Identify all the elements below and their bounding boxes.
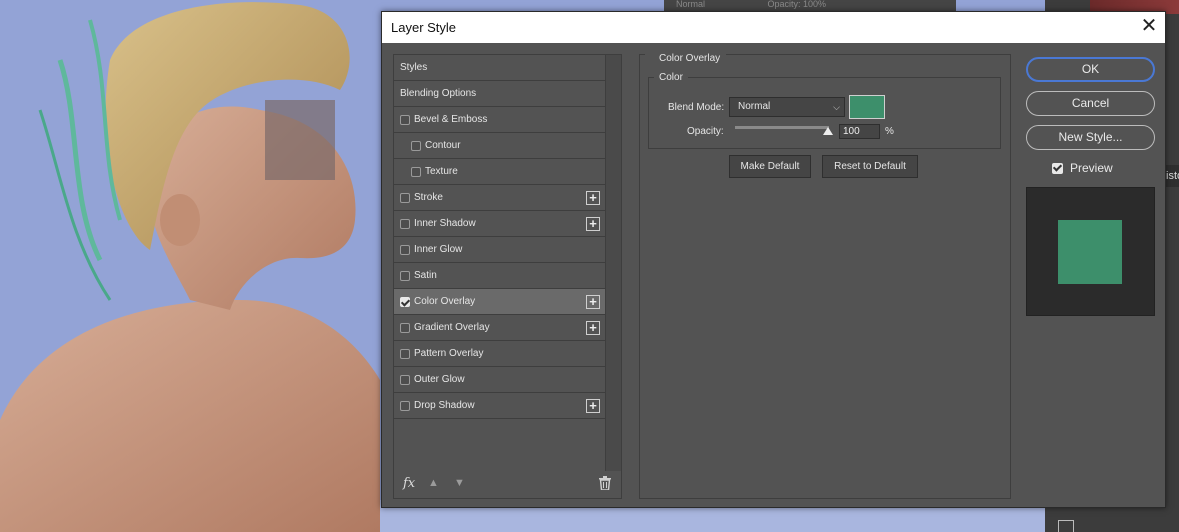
styles-panel: Styles Blending Options Bevel & Emboss Cont… [393, 54, 622, 499]
style-row-texture[interactable]: Texture [394, 159, 606, 185]
style-row-label: Texture [425, 166, 458, 177]
style-row-outer-glow[interactable]: Outer Glow [394, 367, 606, 393]
styles-list: Styles Blending Options Bevel & Emboss Cont… [394, 55, 606, 419]
style-checkbox[interactable] [411, 141, 421, 151]
style-checkbox[interactable] [400, 401, 410, 411]
style-checkbox[interactable] [400, 193, 410, 203]
style-checkbox[interactable] [400, 219, 410, 229]
add-icon[interactable]: + [586, 399, 600, 413]
add-icon[interactable]: + [586, 191, 600, 205]
style-checkbox[interactable] [400, 245, 410, 255]
add-icon[interactable]: + [586, 217, 600, 231]
style-row-label: Inner Glow [414, 244, 463, 255]
styles-scrollbar[interactable] [605, 55, 621, 471]
style-row-stroke[interactable]: Stroke + [394, 185, 606, 211]
style-row-label: Styles [400, 62, 428, 73]
style-row-blending-options[interactable]: Blending Options [394, 81, 606, 107]
chevron-down-icon: ⌵ [833, 102, 840, 112]
overlay-color-swatch[interactable] [849, 95, 885, 119]
blend-mode-label: Blend Mode: [668, 102, 725, 113]
reset-default-button[interactable]: Reset to Default [822, 155, 918, 178]
style-row-inner-glow[interactable]: Inner Glow [394, 237, 606, 263]
opacity-slider[interactable] [735, 126, 829, 129]
style-checkbox[interactable] [400, 323, 410, 333]
section-title: Color Overlay [645, 53, 727, 64]
opacity-unit: % [885, 126, 894, 137]
dialog-titlebar[interactable]: Layer Style ✕ [382, 12, 1165, 43]
style-row-label: Pattern Overlay [414, 348, 484, 359]
preview-box [1026, 187, 1155, 316]
style-row-styles[interactable]: Styles [394, 55, 606, 81]
blend-mode-select[interactable]: Normal ⌵ [729, 97, 845, 117]
style-row-drop-shadow[interactable]: Drop Shadow + [394, 393, 606, 419]
preview-label: Preview [1070, 161, 1113, 175]
style-row-contour[interactable]: Contour [394, 133, 606, 159]
color-group-title: Color [654, 72, 688, 83]
add-icon[interactable]: + [586, 321, 600, 335]
style-row-label: Satin [414, 270, 437, 281]
top-strip-opacity: Opacity: 100% [767, 0, 827, 9]
opacity-slider-handle[interactable] [823, 127, 833, 135]
preview-checkbox[interactable] [1052, 163, 1063, 174]
style-row-color-overlay[interactable]: Color Overlay + [394, 289, 606, 315]
style-row-satin[interactable]: Satin [394, 263, 606, 289]
new-style-button[interactable]: New Style... [1026, 125, 1155, 150]
ok-button[interactable]: OK [1026, 57, 1155, 82]
top-strip-blend: Normal [676, 0, 706, 9]
style-checkbox[interactable] [400, 297, 410, 307]
cancel-button[interactable]: Cancel [1026, 91, 1155, 116]
style-row-label: Color Overlay [414, 296, 476, 307]
blend-mode-value: Normal [738, 101, 771, 112]
arrow-up-icon[interactable]: ▲ [428, 477, 439, 489]
opacity-input[interactable]: 100 [839, 124, 880, 139]
fx-icon[interactable]: fx [403, 476, 415, 491]
dialog-title: Layer Style [391, 20, 457, 35]
styles-toolbar: fx ▲ ▼ [394, 470, 621, 498]
style-checkbox[interactable] [411, 167, 421, 177]
style-row-label: Inner Shadow [414, 218, 476, 229]
style-row-bevel-emboss[interactable]: Bevel & Emboss [394, 107, 606, 133]
style-row-pattern-overlay[interactable]: Pattern Overlay [394, 341, 606, 367]
layer-style-dialog: Layer Style ✕ Styles Blending Options Beve… [381, 11, 1166, 508]
history-panel-tab[interactable]: isto [1165, 165, 1179, 187]
style-row-label: Bevel & Emboss [414, 114, 488, 125]
style-row-gradient-overlay[interactable]: Gradient Overlay + [394, 315, 606, 341]
style-row-inner-shadow[interactable]: Inner Shadow + [394, 211, 606, 237]
style-checkbox[interactable] [400, 349, 410, 359]
preview-swatch [1058, 220, 1122, 284]
style-row-label: Gradient Overlay [414, 322, 490, 333]
style-row-label: Stroke [414, 192, 443, 203]
trash-icon[interactable] [599, 476, 611, 490]
add-icon[interactable]: + [586, 295, 600, 309]
opacity-label: Opacity: [687, 126, 724, 137]
style-checkbox[interactable] [400, 115, 410, 125]
style-checkbox[interactable] [400, 271, 410, 281]
panel-icon[interactable] [1058, 520, 1074, 532]
close-icon[interactable]: ✕ [1133, 12, 1165, 43]
style-checkbox[interactable] [400, 375, 410, 385]
make-default-button[interactable]: Make Default [729, 155, 811, 178]
style-row-label: Blending Options [400, 88, 477, 99]
style-row-label: Drop Shadow [414, 400, 475, 411]
arrow-down-icon[interactable]: ▼ [454, 477, 465, 489]
style-row-label: Contour [425, 140, 461, 151]
style-row-label: Outer Glow [414, 374, 465, 385]
